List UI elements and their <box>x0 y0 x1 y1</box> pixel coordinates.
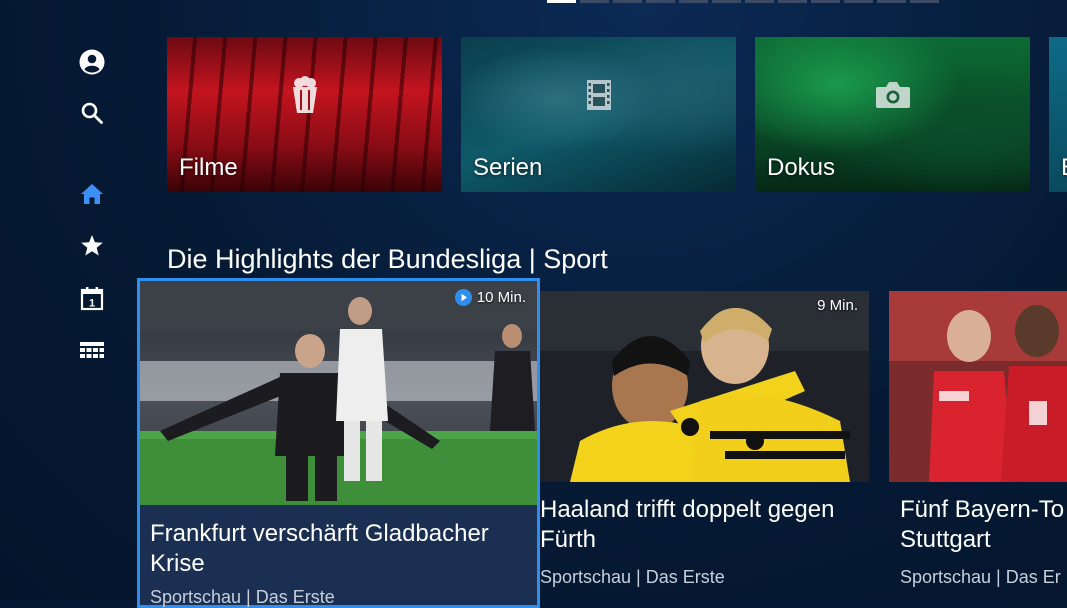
page-dot <box>778 0 807 3</box>
video-title: Frankfurt verschärft Gladbacher Krise <box>150 520 489 577</box>
video-card-focused[interactable]: 10 Min. Frankfurt verschärft Gladbacher … <box>137 278 540 608</box>
video-card[interactable]: 9 Min. Haaland trifft doppelt gegen Fürt… <box>540 291 869 600</box>
duration-badge: 10 Min. <box>454 289 526 306</box>
sidebar-item-favorites[interactable] <box>70 225 114 265</box>
section-title: Die Highlights der Bundesliga | Sport <box>167 244 608 274</box>
page-dot <box>712 0 741 3</box>
play-icon <box>454 289 472 306</box>
video-subtitle: Sportschau | Das Erste <box>150 587 335 607</box>
page-dot <box>679 0 708 3</box>
video-thumbnail <box>889 291 1067 482</box>
category-label: E <box>1061 154 1067 182</box>
thumbnail-image <box>140 281 537 505</box>
search-icon <box>81 102 103 124</box>
page-dot <box>877 0 906 3</box>
page-dot <box>910 0 939 3</box>
page-dot <box>811 0 840 3</box>
grid-icon <box>80 342 104 358</box>
video-thumbnail <box>140 281 537 505</box>
category-tile-serien[interactable]: Serien <box>461 37 736 192</box>
category-label: Serien <box>473 154 543 181</box>
page-dot <box>745 0 774 3</box>
popcorn-icon <box>292 76 317 113</box>
category-tile-dokus[interactable]: Dokus <box>755 37 1030 192</box>
calendar-icon: 1 <box>80 286 104 310</box>
sidebar-item-guide[interactable] <box>70 330 114 370</box>
page-dot <box>844 0 873 3</box>
profile-icon <box>79 49 105 75</box>
film-strip-icon <box>586 80 611 110</box>
thumbnail-image <box>889 291 1067 482</box>
category-tile-partial[interactable]: E <box>1049 37 1067 192</box>
video-card[interactable]: Fünf Bayern-To Stuttgart Sportschau | Da… <box>889 291 1067 600</box>
page-dot <box>547 0 576 3</box>
sidebar-item-home[interactable] <box>70 174 114 214</box>
video-subtitle: Sportschau | Das Erste <box>540 567 725 587</box>
video-thumbnail <box>540 291 869 482</box>
camera-icon <box>875 82 910 108</box>
video-title: Fünf Bayern-To Stuttgart <box>900 496 1065 553</box>
category-tile-filme[interactable]: Filme <box>167 37 442 192</box>
home-icon <box>81 184 103 204</box>
sidebar-item-calendar[interactable]: 1 <box>70 278 114 318</box>
star-icon <box>81 234 103 255</box>
sidebar-item-search[interactable] <box>70 93 114 133</box>
category-row: Filme Serien Dokus E <box>167 37 1067 192</box>
duration-label: 10 Min. <box>476 289 526 306</box>
video-title: Haaland trifft doppelt gegen Fürth <box>540 496 835 553</box>
video-subtitle: Sportschau | Das Er <box>900 567 1061 587</box>
calendar-day-label: 1 <box>89 297 95 309</box>
duration-label: 9 Min. <box>817 297 858 314</box>
duration-badge: 9 Min. <box>817 297 858 314</box>
page-indicator <box>547 0 939 3</box>
category-label: Dokus <box>767 154 836 181</box>
category-label: Filme <box>179 154 238 181</box>
thumbnail-image <box>540 291 869 482</box>
page-dot <box>580 0 609 3</box>
page-dot <box>646 0 675 3</box>
page-dot <box>613 0 642 3</box>
sidebar-item-profile[interactable] <box>70 42 114 82</box>
